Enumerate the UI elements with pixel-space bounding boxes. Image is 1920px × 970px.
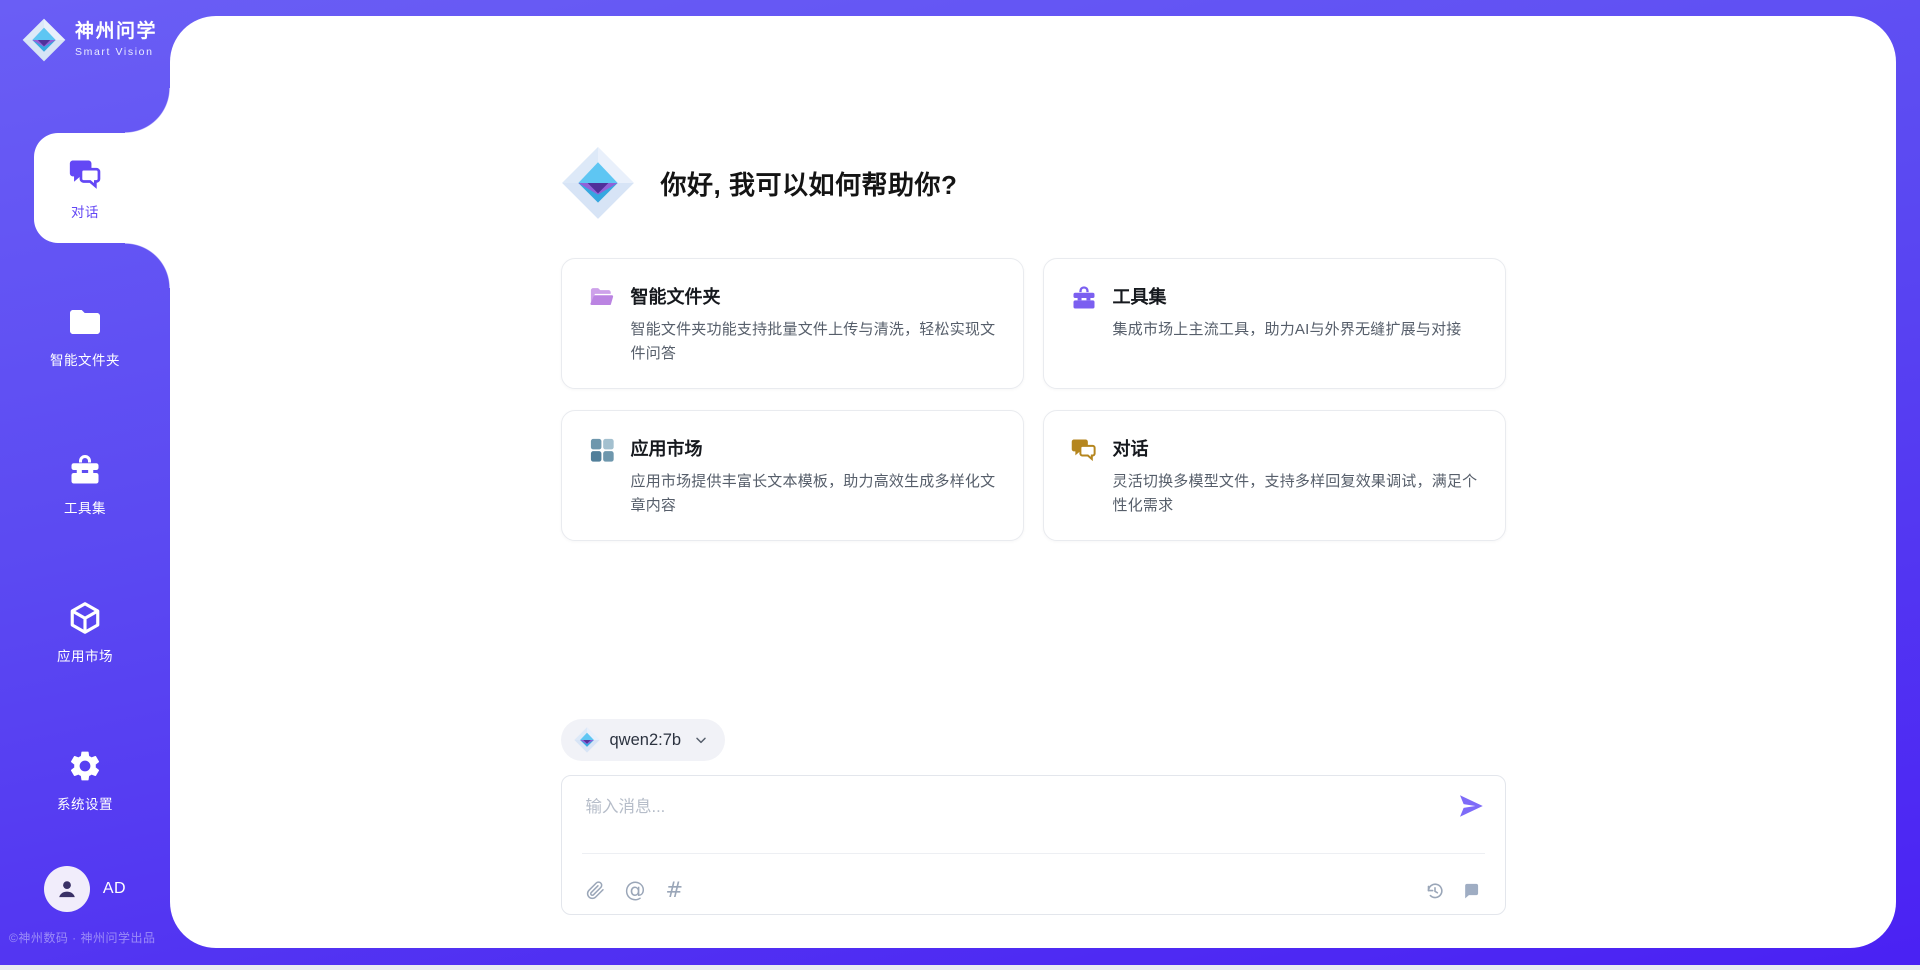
send-button[interactable] bbox=[1456, 791, 1486, 821]
paperclip-icon bbox=[586, 881, 605, 900]
card-description: 集成市场上主流工具，助力AI与外界无缝扩展与对接 bbox=[1113, 318, 1462, 342]
at-icon: @ bbox=[625, 880, 646, 901]
cube-icon bbox=[67, 600, 103, 636]
brand-name: 神州问学 bbox=[75, 22, 157, 43]
brand-diamond-icon bbox=[574, 727, 600, 753]
card-title: 应用市场 bbox=[631, 435, 997, 461]
card-description: 灵活切换多模型文件，支持多样回复效果调试，满足个性化需求 bbox=[1113, 470, 1479, 519]
sidebar-item-label: 智能文件夹 bbox=[50, 349, 120, 369]
mention-button[interactable]: @ bbox=[625, 880, 646, 901]
message-composer: @ # bbox=[561, 775, 1506, 915]
brand-diamond-icon bbox=[561, 146, 635, 220]
card-title: 对话 bbox=[1113, 435, 1479, 461]
card-description: 智能文件夹功能支持批量文件上传与清洗，轻松实现文件问答 bbox=[631, 318, 997, 367]
toolbox-icon bbox=[67, 452, 103, 488]
send-icon bbox=[1456, 791, 1486, 821]
sidebar-item-chat[interactable]: 对话 bbox=[0, 133, 170, 243]
avatar bbox=[44, 866, 90, 912]
main-panel: 你好, 我可以如何帮助你? 智能文件夹 智能文件夹功能支持批量文件上传与清洗，轻… bbox=[170, 16, 1896, 948]
sidebar-item-label: 对话 bbox=[71, 201, 99, 221]
brand-diamond-icon bbox=[22, 18, 66, 62]
bottom-strip bbox=[0, 965, 1920, 970]
toolbox-icon bbox=[1070, 284, 1098, 312]
history-button[interactable] bbox=[1425, 881, 1445, 901]
sidebar-item-label: 系统设置 bbox=[57, 793, 113, 813]
sidebar: 神州问学 Smart Vision 对话 智能文件夹 bbox=[0, 0, 170, 970]
sidebar-item-smart-folder[interactable]: 智能文件夹 bbox=[0, 281, 170, 391]
sidebar-item-app-market[interactable]: 应用市场 bbox=[0, 577, 170, 687]
brand-subtitle: Smart Vision bbox=[75, 46, 157, 58]
composer-toolbar: @ # bbox=[586, 880, 1481, 901]
folder-icon bbox=[67, 304, 103, 340]
footer-credit: ©神州数码 · 神州问学出品 bbox=[9, 929, 219, 946]
topic-button[interactable]: # bbox=[666, 880, 684, 901]
model-selector[interactable]: qwen2:7b bbox=[561, 719, 726, 761]
grid-icon bbox=[588, 436, 616, 464]
message-input[interactable] bbox=[584, 791, 1416, 847]
attach-button[interactable] bbox=[586, 881, 605, 900]
feedback-button[interactable] bbox=[1461, 881, 1481, 901]
sidebar-item-label: 应用市场 bbox=[57, 645, 113, 665]
chat-bubble-icon bbox=[1461, 881, 1481, 901]
feature-cards: 智能文件夹 智能文件夹功能支持批量文件上传与清洗，轻松实现文件问答 工具集 bbox=[561, 258, 1506, 541]
chat-icon bbox=[67, 156, 103, 192]
hash-icon: # bbox=[666, 880, 684, 901]
app-window: 你好, 我可以如何帮助你? 智能文件夹 智能文件夹功能支持批量文件上传与清洗，轻… bbox=[0, 0, 1920, 970]
greeting-block: 你好, 我可以如何帮助你? bbox=[561, 146, 1506, 220]
folder-open-icon bbox=[588, 284, 616, 312]
card-chat[interactable]: 对话 灵活切换多模型文件，支持多样回复效果调试，满足个性化需求 bbox=[1043, 410, 1506, 541]
card-title: 智能文件夹 bbox=[631, 283, 997, 309]
person-icon bbox=[54, 876, 80, 902]
model-name: qwen2:7b bbox=[610, 731, 682, 750]
chat-icon bbox=[1070, 436, 1098, 464]
user-name: AD bbox=[103, 880, 126, 898]
card-title: 工具集 bbox=[1113, 283, 1462, 309]
composer-divider bbox=[582, 853, 1485, 854]
sidebar-item-toolset[interactable]: 工具集 bbox=[0, 429, 170, 539]
gear-icon bbox=[67, 748, 103, 784]
sidebar-item-settings[interactable]: 系统设置 bbox=[0, 725, 170, 835]
card-app-market[interactable]: 应用市场 应用市场提供丰富长文本模板，助力高效生成多样化文章内容 bbox=[561, 410, 1024, 541]
model-selector-row: qwen2:7b bbox=[561, 719, 1506, 761]
sidebar-item-label: 工具集 bbox=[64, 497, 106, 517]
history-icon bbox=[1425, 881, 1445, 901]
chevron-down-icon bbox=[693, 732, 709, 748]
card-toolset[interactable]: 工具集 集成市场上主流工具，助力AI与外界无缝扩展与对接 bbox=[1043, 258, 1506, 389]
greeting-title: 你好, 我可以如何帮助你? bbox=[661, 165, 958, 202]
card-description: 应用市场提供丰富长文本模板，助力高效生成多样化文章内容 bbox=[631, 470, 997, 519]
brand-logo-block: 神州问学 Smart Vision bbox=[22, 18, 157, 62]
user-account[interactable]: AD bbox=[0, 866, 170, 912]
card-smart-folder[interactable]: 智能文件夹 智能文件夹功能支持批量文件上传与清洗，轻松实现文件问答 bbox=[561, 258, 1024, 389]
